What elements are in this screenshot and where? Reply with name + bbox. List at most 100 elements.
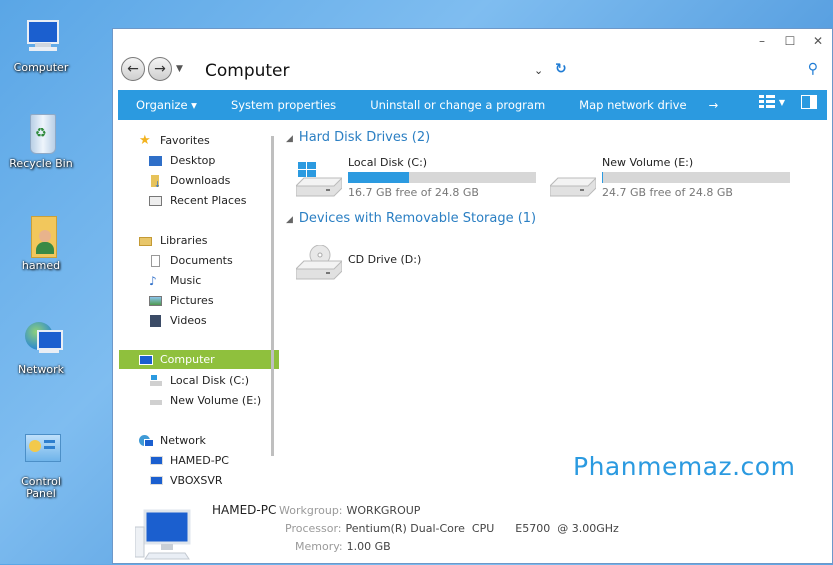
drive-usage-bar [348,172,536,183]
more-commands-button[interactable]: → [703,98,735,112]
desktop-icon-label: Network [18,363,64,376]
processor-row: Processor: Pentium(R) Dual-Core CPU E5700… [285,522,619,535]
nav-label: Favorites [160,134,210,147]
recent-places-icon [149,195,163,207]
nav-computer[interactable]: Computer [119,350,279,369]
address-path[interactable]: Computer [205,61,290,81]
document-icon [149,254,163,267]
nav-music[interactable]: ♪ Music [149,271,289,290]
nav-desktop[interactable]: Desktop [149,151,289,170]
computer-icon [149,455,163,467]
film-icon [149,314,163,327]
computer-icon [19,16,63,60]
nav-documents[interactable]: Documents [149,251,289,270]
nav-label: Music [170,274,202,287]
nav-label: Network [160,434,206,447]
arrow-right-icon: → [154,61,166,77]
view-controls: ▼ [758,95,817,109]
processor-value: Pentium(R) Dual-Core CPU E5700 @ 3.00GHz [345,522,619,535]
desktop-icon-control-panel[interactable]: Control Panel [4,430,78,500]
desktop-icon-hamed[interactable]: hamed [4,214,78,272]
workgroup-value: WORKGROUP [346,504,421,517]
picture-icon [149,295,163,307]
nav-pictures[interactable]: Pictures [149,291,289,310]
recent-pages-dropdown[interactable]: ▼ [176,64,183,74]
nav-network[interactable]: Network [139,431,279,450]
windows-drive-icon [294,162,344,197]
nav-new-volume-e[interactable]: New Volume (E:) [149,391,289,410]
user-folder-icon [19,214,63,258]
chevron-down-icon: ▼ [778,97,785,107]
drive-tile-cd[interactable]: CD Drive (D:) [294,239,496,283]
group-title: Devices with Removable Storage (1) [298,211,537,226]
cd-drive-icon [294,244,344,280]
organize-button[interactable]: Organize ▾ [118,98,213,112]
nav-vboxsvr[interactable]: VBOXSVR [149,471,289,490]
nav-label: Downloads [170,174,231,187]
processor-label: Processor: [285,522,342,535]
map-network-drive-button[interactable]: Map network drive [561,98,702,112]
nav-videos[interactable]: Videos [149,311,289,330]
change-view-button[interactable]: ▼ [758,95,785,109]
network-icon [139,434,154,447]
minimize-button[interactable]: – [748,31,776,51]
desktop-icon-label: Computer [13,61,69,74]
close-button[interactable]: ✕ [804,31,832,51]
nav-label: Pictures [170,294,214,307]
nav-hamed-pc[interactable]: HAMED-PC [149,451,289,470]
system-properties-button[interactable]: System properties [213,98,352,112]
nav-libraries[interactable]: Libraries [139,231,279,250]
preview-pane-icon[interactable] [801,95,817,109]
workgroup-row: Workgroup: WORKGROUP [279,504,420,517]
address-dropdown-button[interactable]: ⌄ [534,64,543,77]
nav-label: New Volume (E:) [170,394,262,407]
nav-label: Documents [170,254,233,267]
nav-label: Libraries [160,234,208,247]
nav-recent-places[interactable]: Recent Places [149,191,289,210]
nav-local-disk-c[interactable]: Local Disk (C:) [149,371,289,390]
drive-name: Local Disk (C:) [348,156,428,169]
drive-name: CD Drive (D:) [348,253,422,266]
drive-free-space: 24.7 GB free of 24.8 GB [602,186,733,199]
explorer-window: – ☐ ✕ ← → ▼ Computer ⌄ ↻ ⚲ Organize ▾ Sy… [112,28,833,564]
drive-tile-c[interactable]: Local Disk (C:) 16.7 GB free of 24.8 GB [294,156,546,200]
group-header-removable[interactable]: ◢ Devices with Removable Storage (1) [286,211,536,226]
downloads-icon: ↓ [149,174,163,189]
nav-label: HAMED-PC [170,454,229,467]
view-list-icon [758,95,775,108]
uninstall-program-button[interactable]: Uninstall or change a program [352,98,561,112]
windows-drive-icon [149,374,163,387]
computer-icon [139,354,153,366]
address-bar: ← → ▼ Computer ⌄ ↻ ⚲ [113,55,832,87]
nav-favorites[interactable]: ★ Favorites [139,131,279,150]
window-controls: – ☐ ✕ [748,31,832,51]
back-button[interactable]: ← [121,57,145,81]
drive-name: New Volume (E:) [602,156,694,169]
desktop-icon [149,155,163,167]
maximize-button[interactable]: ☐ [776,31,804,51]
desktop-icon-label: hamed [21,259,61,272]
navigation-scrollbar[interactable] [271,136,274,456]
desktop-icon-computer[interactable]: Computer [4,16,78,74]
nav-downloads[interactable]: ↓ Downloads [149,171,289,190]
forward-button[interactable]: → [148,57,172,81]
command-bar: Organize ▾ System properties Uninstall o… [118,90,827,120]
desktop-icon-recycle-bin[interactable]: ♻ Recycle Bin [4,112,78,170]
collapse-triangle-icon: ◢ [286,215,293,225]
control-panel-icon [19,430,63,474]
details-pane: HAMED-PC Workgroup: WORKGROUP Processor: P… [113,495,832,565]
drive-usage-fill [348,172,410,183]
nav-label: Recent Places [170,194,247,207]
search-button[interactable]: ⚲ [808,61,818,77]
workgroup-label: Workgroup: [279,504,343,517]
group-header-hard-disks[interactable]: ◢ Hard Disk Drives (2) [286,130,430,145]
drive-free-space: 16.7 GB free of 24.8 GB [348,186,479,199]
drive-tile-e[interactable]: New Volume (E:) 24.7 GB free of 24.8 GB [548,156,800,200]
desktop-icon-network[interactable]: Network [4,318,78,376]
computer-icon [134,509,195,561]
refresh-button[interactable]: ↻ [555,61,567,77]
computer-icon [149,475,163,487]
navigation-pane: ★ Favorites Desktop ↓ Downloads Recent P… [119,127,279,487]
recycle-bin-icon: ♻ [19,112,63,156]
hard-drive-icon [548,162,598,197]
